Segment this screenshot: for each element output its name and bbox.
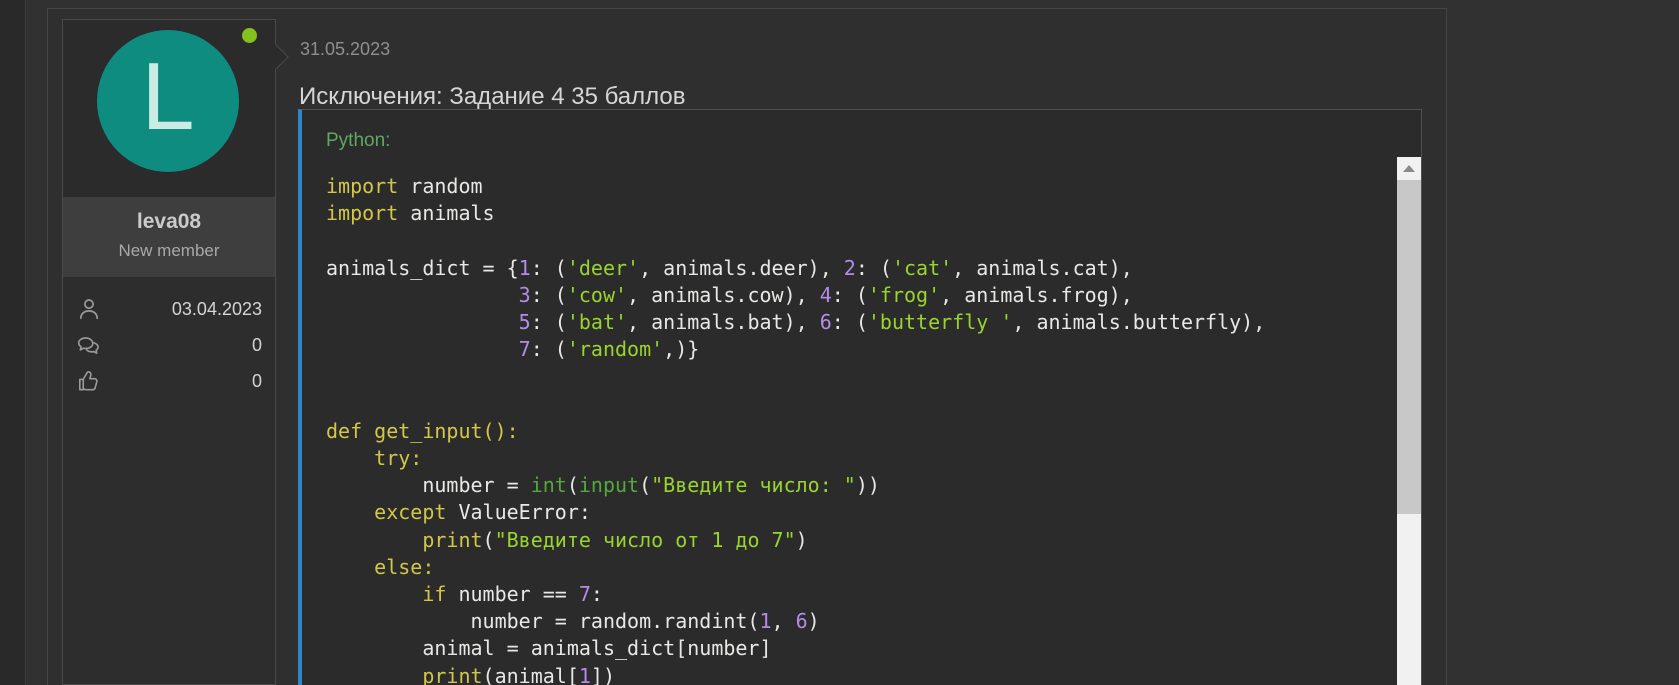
code-line: animals_dict = {1: ('deer', animals.deer… [326, 255, 1387, 282]
code-block: Python: import randomimport animals anim… [298, 109, 1422, 685]
code-line: except ValueError: [326, 499, 1387, 526]
post-date[interactable]: 31.05.2023 [300, 39, 390, 60]
stat-value: 0 [252, 371, 262, 392]
avatar[interactable]: L [97, 30, 239, 172]
code-content: import randomimport animals animals_dict… [302, 157, 1421, 685]
page-gutter [0, 0, 26, 685]
code-line: if number == 7: [326, 581, 1387, 608]
user-icon [76, 296, 102, 322]
scrollbar-up-button[interactable] [1397, 157, 1421, 180]
user-sidebar: L leva08 New member 03.04.2023 0 0 [62, 19, 276, 685]
avatar-area: L [63, 20, 275, 197]
code-scroll-area[interactable]: import randomimport animals animals_dict… [302, 157, 1421, 685]
stat-row: 0 [76, 363, 262, 399]
code-line: print("Введите число от 1 до 7") [326, 527, 1387, 554]
scrollbar[interactable] [1397, 157, 1421, 685]
user-stats: 03.04.2023 0 0 [63, 277, 275, 413]
code-line: import animals [326, 200, 1387, 227]
code-line: def get_input(): [326, 418, 1387, 445]
code-line: print(animal[1]) [326, 663, 1387, 685]
code-line [326, 227, 1387, 254]
user-ident: leva08 New member [63, 197, 275, 277]
code-language-label: Python: [326, 130, 1421, 152]
code-line: else: [326, 554, 1387, 581]
code-line: number = random.randint(1, 6) [326, 608, 1387, 635]
post-title: Исключения: Задание 4 35 баллов [299, 83, 686, 111]
username-link[interactable]: leva08 [63, 210, 275, 234]
online-indicator-icon [242, 28, 257, 43]
stat-value: 03.04.2023 [172, 299, 262, 320]
user-title: New member [63, 241, 275, 261]
stat-row: 0 [76, 327, 262, 363]
code-line: 3: ('cow', animals.cow), 4: ('frog', ani… [326, 282, 1387, 309]
sidebar-tail [263, 44, 288, 69]
code-line [326, 363, 1387, 390]
code-line: number = int(input("Введите число: ")) [326, 472, 1387, 499]
code-line: 5: ('bat', animals.bat), 6: ('butterfly … [326, 309, 1387, 336]
scrollbar-thumb[interactable] [1397, 180, 1421, 514]
scroll-up-arrow-icon [1403, 165, 1415, 172]
likes-icon [76, 368, 102, 394]
messages-icon [76, 332, 102, 358]
post-container: L leva08 New member 03.04.2023 0 0 31.05.2… [47, 8, 1447, 685]
avatar-letter: L [141, 49, 194, 145]
stat-row: 03.04.2023 [76, 291, 262, 327]
code-line: 7: ('random',)} [326, 336, 1387, 363]
stat-value: 0 [252, 335, 262, 356]
code-line: animal = animals_dict[number] [326, 635, 1387, 662]
forum-page: L leva08 New member 03.04.2023 0 0 31.05.2… [0, 0, 1679, 685]
code-line: try: [326, 445, 1387, 472]
code-line: import random [326, 173, 1387, 200]
code-line [326, 391, 1387, 418]
